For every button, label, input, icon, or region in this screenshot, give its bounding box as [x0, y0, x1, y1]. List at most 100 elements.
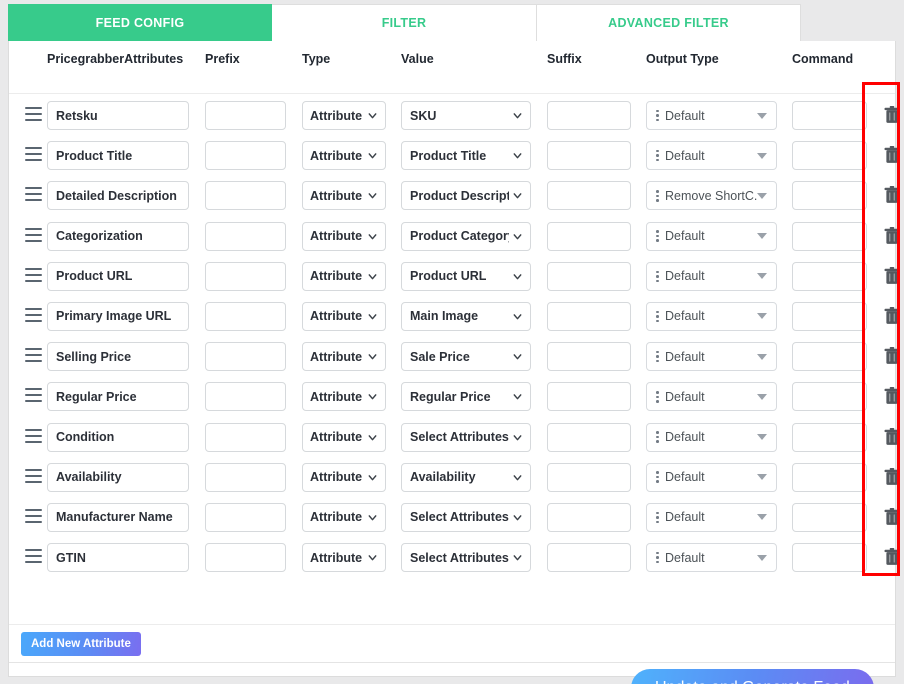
- output-type-select[interactable]: Default: [646, 502, 777, 532]
- type-select[interactable]: Attribute: [302, 462, 386, 492]
- drag-handle-icon[interactable]: [25, 107, 42, 121]
- command-input[interactable]: [792, 462, 867, 492]
- trash-icon[interactable]: [883, 547, 901, 567]
- command-input[interactable]: [792, 141, 867, 171]
- prefix-input[interactable]: [205, 181, 286, 211]
- command-input[interactable]: [792, 221, 867, 251]
- trash-icon[interactable]: [883, 386, 901, 406]
- attribute-name-input[interactable]: [47, 382, 189, 412]
- command-input[interactable]: [792, 301, 867, 331]
- command-input[interactable]: [792, 261, 867, 291]
- attribute-name-input[interactable]: [47, 261, 189, 291]
- suffix-input[interactable]: [547, 181, 631, 211]
- drag-handle-icon[interactable]: [25, 348, 42, 363]
- value-select[interactable]: Sale Price: [401, 342, 531, 372]
- attribute-name-input[interactable]: [47, 422, 189, 452]
- trash-icon[interactable]: [883, 306, 901, 326]
- suffix-input[interactable]: [547, 502, 631, 532]
- command-input[interactable]: [792, 543, 867, 573]
- prefix-input[interactable]: [205, 221, 286, 251]
- tab-feed-config[interactable]: FEED CONFIG: [8, 4, 272, 42]
- drag-handle-icon[interactable]: [25, 549, 42, 564]
- suffix-input[interactable]: [547, 101, 631, 130]
- type-select[interactable]: Attribute: [302, 101, 386, 130]
- type-select[interactable]: Attribute: [302, 502, 386, 532]
- drag-handle-icon[interactable]: [25, 147, 42, 162]
- drag-handle-icon[interactable]: [25, 468, 42, 483]
- attribute-name-input[interactable]: [47, 462, 189, 492]
- drag-handle-icon[interactable]: [25, 187, 42, 202]
- attribute-name-input[interactable]: [47, 101, 189, 130]
- output-type-select[interactable]: Remove ShortC...: [646, 181, 777, 211]
- drag-handle-icon[interactable]: [25, 508, 42, 523]
- value-select[interactable]: Select Attributes: [401, 502, 531, 532]
- command-input[interactable]: [792, 101, 867, 130]
- output-type-select[interactable]: Default: [646, 101, 777, 130]
- type-select[interactable]: Attribute: [302, 301, 386, 331]
- suffix-input[interactable]: [547, 422, 631, 452]
- type-select[interactable]: Attribute: [302, 422, 386, 452]
- attribute-name-input[interactable]: [47, 141, 189, 171]
- trash-icon[interactable]: [883, 105, 901, 125]
- trash-icon[interactable]: [883, 427, 901, 447]
- suffix-input[interactable]: [547, 261, 631, 291]
- trash-icon[interactable]: [883, 266, 901, 286]
- prefix-input[interactable]: [205, 543, 286, 573]
- attribute-name-input[interactable]: [47, 181, 189, 211]
- drag-handle-icon[interactable]: [25, 307, 42, 322]
- attribute-name-input[interactable]: [47, 502, 189, 532]
- attribute-name-input[interactable]: [47, 543, 189, 573]
- value-select[interactable]: Select Attributes: [401, 422, 531, 452]
- attribute-name-input[interactable]: [47, 221, 189, 251]
- type-select[interactable]: Attribute: [302, 221, 386, 251]
- drag-handle-icon[interactable]: [25, 388, 42, 403]
- type-select[interactable]: Attribute: [302, 141, 386, 171]
- suffix-input[interactable]: [547, 301, 631, 331]
- prefix-input[interactable]: [205, 502, 286, 532]
- prefix-input[interactable]: [205, 101, 286, 130]
- trash-icon[interactable]: [883, 507, 901, 527]
- trash-icon[interactable]: [883, 467, 901, 487]
- output-type-select[interactable]: Default: [646, 342, 777, 372]
- suffix-input[interactable]: [547, 342, 631, 372]
- value-select[interactable]: Regular Price: [401, 382, 531, 412]
- output-type-select[interactable]: Default: [646, 543, 777, 573]
- output-type-select[interactable]: Default: [646, 141, 777, 171]
- drag-handle-icon[interactable]: [25, 227, 42, 242]
- type-select[interactable]: Attribute: [302, 261, 386, 291]
- value-select[interactable]: Product Description: [401, 181, 531, 211]
- output-type-select[interactable]: Default: [646, 422, 777, 452]
- command-input[interactable]: [792, 181, 867, 211]
- trash-icon[interactable]: [883, 185, 901, 205]
- value-select[interactable]: Product Category: [401, 221, 531, 251]
- attribute-name-input[interactable]: [47, 301, 189, 331]
- value-select[interactable]: Availability: [401, 462, 531, 492]
- value-select[interactable]: SKU: [401, 101, 531, 130]
- tab-advanced-filter[interactable]: ADVANCED FILTER: [537, 4, 801, 42]
- trash-icon[interactable]: [883, 226, 901, 246]
- value-select[interactable]: Select Attributes: [401, 543, 531, 573]
- output-type-select[interactable]: Default: [646, 382, 777, 412]
- output-type-select[interactable]: Default: [646, 301, 777, 331]
- add-new-attribute-button[interactable]: Add New Attribute: [21, 632, 141, 656]
- update-and-generate-feed-button[interactable]: Update and Generate Feed: [631, 669, 874, 684]
- prefix-input[interactable]: [205, 462, 286, 492]
- suffix-input[interactable]: [547, 543, 631, 573]
- tab-filter[interactable]: FILTER: [272, 4, 537, 42]
- type-select[interactable]: Attribute: [302, 543, 386, 573]
- prefix-input[interactable]: [205, 141, 286, 171]
- output-type-select[interactable]: Default: [646, 221, 777, 251]
- command-input[interactable]: [792, 342, 867, 372]
- command-input[interactable]: [792, 382, 867, 412]
- command-input[interactable]: [792, 502, 867, 532]
- value-select[interactable]: Product Title: [401, 141, 531, 171]
- prefix-input[interactable]: [205, 382, 286, 412]
- suffix-input[interactable]: [547, 382, 631, 412]
- type-select[interactable]: Attribute: [302, 342, 386, 372]
- suffix-input[interactable]: [547, 462, 631, 492]
- output-type-select[interactable]: Default: [646, 462, 777, 492]
- prefix-input[interactable]: [205, 301, 286, 331]
- attribute-name-input[interactable]: [47, 342, 189, 372]
- trash-icon[interactable]: [883, 145, 901, 165]
- command-input[interactable]: [792, 422, 867, 452]
